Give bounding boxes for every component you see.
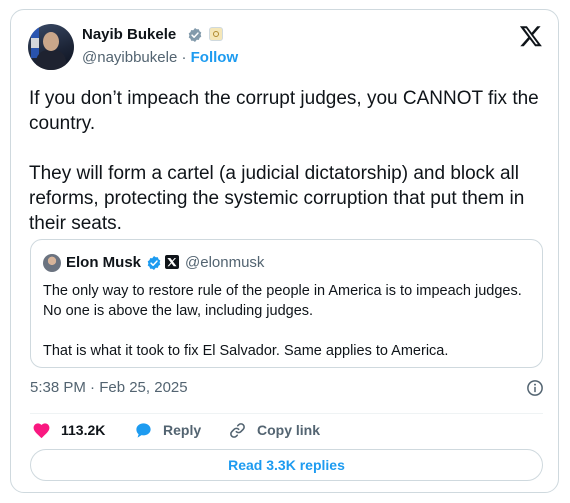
author-handle-row: @nayibbukele · Follow xyxy=(82,48,238,68)
link-icon xyxy=(230,422,245,438)
quoted-tweet[interactable]: Elon Musk @elonmusk The only way to rest… xyxy=(30,239,543,368)
quoted-author-name[interactable]: Elon Musk xyxy=(66,253,141,273)
quoted-tweet-text: The only way to restore rule of the peop… xyxy=(43,283,522,359)
info-icon[interactable] xyxy=(526,379,544,397)
copy-link-button[interactable]: Copy link xyxy=(228,418,320,442)
quoted-verified-badge-icon xyxy=(147,256,161,270)
quoted-x-affiliation-icon xyxy=(165,255,179,269)
read-replies-button[interactable]: Read 3.3K replies xyxy=(30,449,543,481)
author-handle[interactable]: @nayibbukele xyxy=(82,49,177,66)
reply-label: Reply xyxy=(163,422,202,438)
like-button[interactable]: 113.2K xyxy=(32,418,105,442)
government-badge-icon xyxy=(209,27,223,41)
divider xyxy=(30,413,543,414)
x-logo-icon[interactable] xyxy=(519,24,543,48)
avatar-head xyxy=(43,32,59,51)
tweet-timestamp[interactable]: 5:38 PM · Feb 25, 2025 xyxy=(30,378,188,398)
author-name[interactable]: Nayib Bukele xyxy=(82,25,176,45)
copy-link-label: Copy link xyxy=(257,422,321,438)
tweet-text: If you don’t impeach the corrupt judges,… xyxy=(29,88,539,234)
author-avatar[interactable] xyxy=(28,24,74,70)
tweet-card: Nayib Bukele @nayibbukele · Follow If yo… xyxy=(10,9,559,493)
reply-bubble-icon xyxy=(136,422,151,438)
heart-icon xyxy=(33,422,50,438)
quoted-avatar[interactable] xyxy=(43,254,61,272)
avatar-body xyxy=(36,50,66,70)
follow-button[interactable]: Follow xyxy=(191,49,239,66)
like-count: 113.2K xyxy=(61,422,106,438)
quoted-author-handle[interactable]: @elonmusk xyxy=(185,253,264,273)
verified-badge-icon xyxy=(188,28,202,42)
handle-separator: · xyxy=(181,49,187,66)
reply-button[interactable]: Reply xyxy=(134,418,201,442)
